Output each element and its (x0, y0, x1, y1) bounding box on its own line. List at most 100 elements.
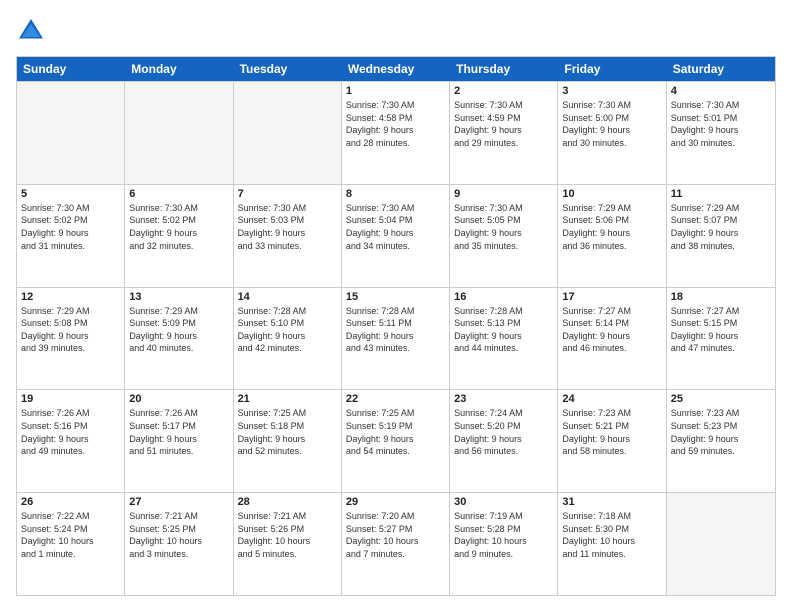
cell-text: Sunrise: 7:21 AM Sunset: 5:25 PM Dayligh… (129, 510, 228, 560)
cal-cell (667, 493, 775, 595)
cal-row: 12 Sunrise: 7:29 AM Sunset: 5:08 PM Dayli… (17, 287, 775, 390)
cal-cell: 23 Sunrise: 7:24 AM Sunset: 5:20 PM Dayli… (450, 390, 558, 492)
cell-text: Sunrise: 7:30 AM Sunset: 5:01 PM Dayligh… (671, 99, 771, 149)
page: SundayMondayTuesdayWednesdayThursdayFrid… (0, 0, 792, 612)
cal-cell: 31 Sunrise: 7:18 AM Sunset: 5:30 PM Dayli… (558, 493, 666, 595)
cal-cell: 19 Sunrise: 7:26 AM Sunset: 5:16 PM Dayli… (17, 390, 125, 492)
cal-cell: 12 Sunrise: 7:29 AM Sunset: 5:08 PM Dayli… (17, 288, 125, 390)
cell-text: Sunrise: 7:27 AM Sunset: 5:15 PM Dayligh… (671, 305, 771, 355)
day-number: 7 (238, 188, 337, 200)
day-number: 5 (21, 188, 120, 200)
day-number: 1 (346, 85, 445, 97)
cell-text: Sunrise: 7:30 AM Sunset: 4:58 PM Dayligh… (346, 99, 445, 149)
logo (16, 16, 50, 46)
cal-cell: 21 Sunrise: 7:25 AM Sunset: 5:18 PM Dayli… (234, 390, 342, 492)
cal-cell: 30Sunrise: 7:19 AM Sunset: 5:28 PM Dayli… (450, 493, 558, 595)
day-number: 21 (238, 393, 337, 405)
cal-cell: 13 Sunrise: 7:29 AM Sunset: 5:09 PM Dayli… (125, 288, 233, 390)
cell-text: Sunrise: 7:30 AM Sunset: 5:04 PM Dayligh… (346, 202, 445, 252)
calendar-body: 1 Sunrise: 7:30 AM Sunset: 4:58 PM Daylig… (17, 81, 775, 595)
cell-text: Sunrise: 7:23 AM Sunset: 5:21 PM Dayligh… (562, 407, 661, 457)
cal-cell: 9Sunrise: 7:30 AM Sunset: 5:05 PM Daylig… (450, 185, 558, 287)
day-number: 2 (454, 85, 553, 97)
cal-cell (234, 82, 342, 184)
day-number: 23 (454, 393, 553, 405)
day-number: 14 (238, 291, 337, 303)
cal-cell: 20 Sunrise: 7:26 AM Sunset: 5:17 PM Dayli… (125, 390, 233, 492)
cal-cell: 6 Sunrise: 7:30 AM Sunset: 5:02 PM Daylig… (125, 185, 233, 287)
cal-cell: 5Sunrise: 7:30 AM Sunset: 5:02 PM Daylig… (17, 185, 125, 287)
cell-text: Sunrise: 7:28 AM Sunset: 5:11 PM Dayligh… (346, 305, 445, 355)
cal-row: 19 Sunrise: 7:26 AM Sunset: 5:16 PM Dayli… (17, 389, 775, 492)
cal-header-cell: Thursday (450, 57, 558, 81)
day-number: 12 (21, 291, 120, 303)
cal-cell: 11 Sunrise: 7:29 AM Sunset: 5:07 PM Dayli… (667, 185, 775, 287)
cal-cell: 16 Sunrise: 7:28 AM Sunset: 5:13 PM Dayli… (450, 288, 558, 390)
cell-text: Sunrise: 7:27 AM Sunset: 5:14 PM Dayligh… (562, 305, 661, 355)
cell-text: Sunrise: 7:21 AM Sunset: 5:26 PM Dayligh… (238, 510, 337, 560)
cal-cell: 26Sunrise: 7:22 AM Sunset: 5:24 PM Dayli… (17, 493, 125, 595)
day-number: 27 (129, 496, 228, 508)
day-number: 24 (562, 393, 661, 405)
cell-text: Sunrise: 7:19 AM Sunset: 5:28 PM Dayligh… (454, 510, 553, 560)
day-number: 22 (346, 393, 445, 405)
cell-text: Sunrise: 7:30 AM Sunset: 5:02 PM Dayligh… (129, 202, 228, 252)
cal-row: 1 Sunrise: 7:30 AM Sunset: 4:58 PM Daylig… (17, 81, 775, 184)
cal-header-cell: Tuesday (234, 57, 342, 81)
cal-cell: 28Sunrise: 7:21 AM Sunset: 5:26 PM Dayli… (234, 493, 342, 595)
cal-header-cell: Wednesday (342, 57, 450, 81)
day-number: 17 (562, 291, 661, 303)
cell-text: Sunrise: 7:28 AM Sunset: 5:10 PM Dayligh… (238, 305, 337, 355)
cal-cell: 22Sunrise: 7:25 AM Sunset: 5:19 PM Dayli… (342, 390, 450, 492)
day-number: 31 (562, 496, 661, 508)
cell-text: Sunrise: 7:18 AM Sunset: 5:30 PM Dayligh… (562, 510, 661, 560)
cell-text: Sunrise: 7:29 AM Sunset: 5:09 PM Dayligh… (129, 305, 228, 355)
cal-cell: 7 Sunrise: 7:30 AM Sunset: 5:03 PM Daylig… (234, 185, 342, 287)
calendar-header: SundayMondayTuesdayWednesdayThursdayFrid… (17, 57, 775, 81)
day-number: 15 (346, 291, 445, 303)
cal-cell: 10 Sunrise: 7:29 AM Sunset: 5:06 PM Dayli… (558, 185, 666, 287)
day-number: 18 (671, 291, 771, 303)
day-number: 25 (671, 393, 771, 405)
day-number: 11 (671, 188, 771, 200)
cal-cell: 27 Sunrise: 7:21 AM Sunset: 5:25 PM Dayli… (125, 493, 233, 595)
cell-text: Sunrise: 7:30 AM Sunset: 5:00 PM Dayligh… (562, 99, 661, 149)
cal-row: 26Sunrise: 7:22 AM Sunset: 5:24 PM Dayli… (17, 492, 775, 595)
day-number: 13 (129, 291, 228, 303)
cal-row: 5 Sunrise: 7:30 AM Sunset: 5:02 PM Daylig… (17, 184, 775, 287)
cal-cell: 2 Sunrise: 7:30 AM Sunset: 4:59 PM Daylig… (450, 82, 558, 184)
cell-text: Sunrise: 7:26 AM Sunset: 5:16 PM Dayligh… (21, 407, 120, 457)
cell-text: Sunrise: 7:29 AM Sunset: 5:06 PM Dayligh… (562, 202, 661, 252)
logo-icon (16, 16, 46, 46)
cell-text: Sunrise: 7:29 AM Sunset: 5:07 PM Dayligh… (671, 202, 771, 252)
day-number: 29 (346, 496, 445, 508)
day-number: 20 (129, 393, 228, 405)
cal-cell: 15 Sunrise: 7:28 AM Sunset: 5:11 PM Dayli… (342, 288, 450, 390)
day-number: 16 (454, 291, 553, 303)
cal-header-cell: Sunday (17, 57, 125, 81)
day-number: 26 (21, 496, 120, 508)
cal-cell: 14 Sunrise: 7:28 AM Sunset: 5:10 PM Dayli… (234, 288, 342, 390)
cell-text: Sunrise: 7:23 AM Sunset: 5:23 PM Dayligh… (671, 407, 771, 457)
day-number: 6 (129, 188, 228, 200)
header (16, 16, 776, 46)
cal-header-cell: Monday (125, 57, 233, 81)
cell-text: Sunrise: 7:30 AM Sunset: 4:59 PM Dayligh… (454, 99, 553, 149)
cal-cell: 18 Sunrise: 7:27 AM Sunset: 5:15 PM Dayli… (667, 288, 775, 390)
cell-text: Sunrise: 7:30 AM Sunset: 5:03 PM Dayligh… (238, 202, 337, 252)
cal-cell (17, 82, 125, 184)
cell-text: Sunrise: 7:28 AM Sunset: 5:13 PM Dayligh… (454, 305, 553, 355)
cal-cell: 29Sunrise: 7:20 AM Sunset: 5:27 PM Dayli… (342, 493, 450, 595)
cell-text: Sunrise: 7:29 AM Sunset: 5:08 PM Dayligh… (21, 305, 120, 355)
day-number: 10 (562, 188, 661, 200)
cal-cell: 17 Sunrise: 7:27 AM Sunset: 5:14 PM Dayli… (558, 288, 666, 390)
cal-cell: 3Sunrise: 7:30 AM Sunset: 5:00 PM Daylig… (558, 82, 666, 184)
cell-text: Sunrise: 7:24 AM Sunset: 5:20 PM Dayligh… (454, 407, 553, 457)
cell-text: Sunrise: 7:25 AM Sunset: 5:18 PM Dayligh… (238, 407, 337, 457)
day-number: 8 (346, 188, 445, 200)
cell-text: Sunrise: 7:30 AM Sunset: 5:05 PM Dayligh… (454, 202, 553, 252)
cal-cell: 25 Sunrise: 7:23 AM Sunset: 5:23 PM Dayli… (667, 390, 775, 492)
cal-cell: 4Sunrise: 7:30 AM Sunset: 5:01 PM Daylig… (667, 82, 775, 184)
cell-text: Sunrise: 7:26 AM Sunset: 5:17 PM Dayligh… (129, 407, 228, 457)
day-number: 19 (21, 393, 120, 405)
